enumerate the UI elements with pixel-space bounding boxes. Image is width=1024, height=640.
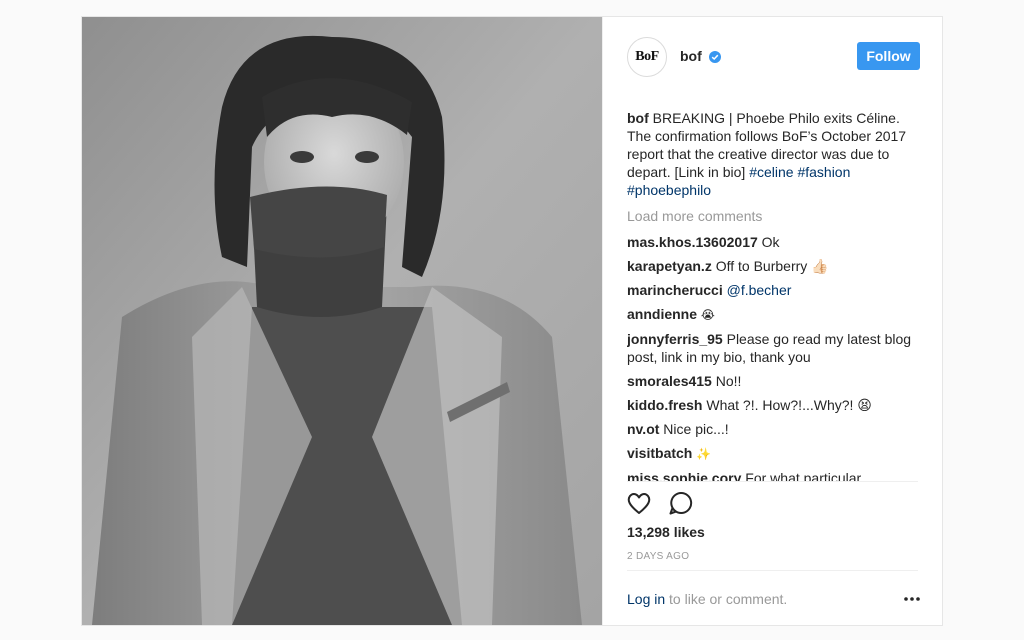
comment-item: nv.ot Nice pic...!	[627, 420, 923, 438]
heart-icon[interactable]	[625, 489, 653, 517]
more-options-icon[interactable]	[903, 595, 921, 603]
comment-username[interactable]: mas.khos.13602017	[627, 234, 758, 250]
comment-username[interactable]: kiddo.fresh	[627, 397, 702, 413]
comment-mention[interactable]: @f.becher	[727, 282, 792, 298]
crying-emoji: 😭	[700, 308, 715, 322]
comment-item: smorales415 No!!	[627, 372, 923, 390]
comment-item: kiddo.fresh What ?!. How?!...Why?! 😫	[627, 396, 923, 414]
portrait-image	[82, 17, 602, 625]
action-bar	[625, 489, 695, 517]
comment-username[interactable]: visitbatch	[627, 445, 692, 461]
comment-username[interactable]: marincherucci	[627, 282, 723, 298]
post-timestamp: 2 DAYS AGO	[627, 551, 690, 562]
comment-username[interactable]: anndienne	[627, 306, 697, 322]
comment-text: No!!	[715, 373, 742, 389]
comment-text: Nice pic...!	[663, 421, 729, 437]
comment-text: What ?!. How?!...Why?! 😫	[706, 397, 872, 413]
comment-username[interactable]: nv.ot	[627, 421, 659, 437]
caption-username[interactable]: bof	[627, 110, 649, 126]
comment-text: Ok	[761, 234, 780, 250]
divider	[627, 570, 918, 571]
instagram-post: BoF bof Follow bof BREAKING | Phoebe Phi…	[81, 16, 943, 626]
like-count[interactable]: 13,298 likes	[627, 524, 705, 540]
comment-item: jonnyferris_95 Please go read my latest …	[627, 330, 923, 366]
comment-item: karapetyan.z Off to Burberry 👍🏻	[627, 257, 923, 275]
divider	[627, 481, 918, 482]
login-prompt: Log in to like or comment.	[627, 591, 787, 607]
username-link[interactable]: bof	[680, 48, 702, 64]
comment-username[interactable]: smorales415	[627, 373, 712, 389]
post-header: BoF bof Follow	[603, 17, 942, 97]
comment-text: Off to Burberry 👍🏻	[715, 258, 829, 274]
follow-button[interactable]: Follow	[857, 42, 920, 70]
comment-username[interactable]: karapetyan.z	[627, 258, 712, 274]
comment-item: visitbatch ✨	[627, 444, 923, 463]
login-prompt-text: to like or comment.	[665, 591, 788, 607]
verified-badge-icon	[709, 51, 721, 63]
post-caption: bof BREAKING | Phoebe Philo exits Céline…	[627, 109, 923, 199]
comment-username[interactable]: jonnyferris_95	[627, 331, 723, 347]
load-more-comments[interactable]: Load more comments	[627, 207, 923, 225]
login-link[interactable]: Log in	[627, 591, 665, 607]
comments-list: bof BREAKING | Phoebe Philo exits Céline…	[627, 109, 923, 482]
comment-bubble-icon[interactable]	[667, 489, 695, 517]
avatar[interactable]: BoF	[627, 37, 667, 77]
hashtag-phoebephilo[interactable]: #phoebephilo	[627, 182, 711, 198]
hashtag-celine[interactable]: #celine	[749, 164, 793, 180]
post-sidebar: BoF bof Follow bof BREAKING | Phoebe Phi…	[602, 17, 942, 625]
hashtag-fashion[interactable]: #fashion	[797, 164, 850, 180]
comment-item: anndienne 😭	[627, 305, 923, 324]
comment-item: mas.khos.13602017 Ok	[627, 233, 923, 251]
sparkles-emoji: ✨	[696, 447, 712, 461]
comment-item: marincherucci @f.becher	[627, 281, 923, 299]
post-photo[interactable]	[82, 17, 602, 625]
